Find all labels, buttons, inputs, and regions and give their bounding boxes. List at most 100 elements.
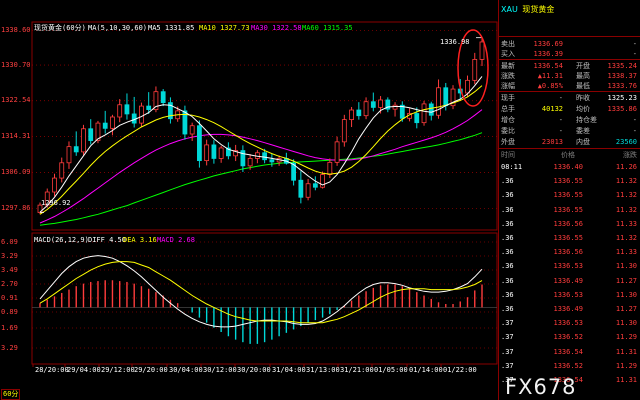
candle-body bbox=[479, 41, 485, 60]
macd-dea-line bbox=[39, 261, 483, 324]
candle-body bbox=[204, 144, 210, 162]
quote-label-right: 开盘 bbox=[576, 62, 590, 70]
candle-body bbox=[327, 161, 333, 175]
quote-value-right: 1335.24 bbox=[607, 62, 637, 70]
candle-body bbox=[247, 158, 253, 167]
quote-separator bbox=[499, 59, 640, 60]
quote-value-right: - bbox=[632, 116, 637, 124]
tick-row: .36 1336.49 11.27 bbox=[499, 276, 640, 288]
tick-change: 11.30 bbox=[615, 262, 637, 271]
tick-time: .36 bbox=[501, 248, 514, 257]
chart-panel: 现货黄金(60分) MA(5,10,30,60) MA5 1331.85 MA1… bbox=[0, 0, 498, 400]
macd-axis-label: 2.70 bbox=[1, 279, 18, 288]
tick-time: .36 bbox=[501, 290, 514, 299]
tick-price: 1336.55 bbox=[553, 191, 583, 200]
candle-body bbox=[421, 103, 427, 124]
tick-row: .36 1336.55 11.32 bbox=[499, 176, 640, 188]
quote-separator bbox=[499, 91, 640, 92]
quote-value: 1336.69 bbox=[533, 40, 563, 48]
quote-value-right: - bbox=[632, 40, 637, 48]
time-axis-label: 28/20:00 bbox=[35, 366, 69, 374]
tick-time: .36 bbox=[501, 191, 514, 200]
quote-value-right: - bbox=[632, 50, 637, 58]
tick-row: .36 1336.55 11.32 bbox=[499, 233, 640, 245]
quote-row: 增仓 - 持仓差 - bbox=[499, 115, 640, 125]
tick-time: .36 bbox=[501, 262, 514, 271]
time-axis-label: 01/14:00 bbox=[409, 366, 443, 374]
candle-body bbox=[392, 104, 398, 110]
quote-value-right: - bbox=[632, 127, 637, 135]
ma5-value: MA5 1331.85 bbox=[148, 24, 195, 32]
quote-label: 外盘 bbox=[501, 138, 515, 146]
tick-price: 1336.52 bbox=[553, 333, 583, 342]
quote-label: 最新 bbox=[501, 62, 515, 70]
tick-row: .36 1336.56 11.33 bbox=[499, 219, 640, 231]
candle-body bbox=[124, 104, 130, 115]
tick-change: 11.32 bbox=[615, 205, 637, 214]
quote-label: 委比 bbox=[501, 127, 515, 135]
price-axis-label: 1306.09 bbox=[1, 167, 31, 176]
tick-header: 时间 价格 涨跌 bbox=[499, 150, 640, 162]
candle-body bbox=[378, 99, 383, 108]
tick-time: .37 bbox=[501, 333, 514, 342]
period-badge[interactable]: 60分 bbox=[1, 389, 21, 400]
candle-body bbox=[81, 128, 86, 153]
candle-body bbox=[211, 144, 217, 159]
quote-row: 涨跌 ▲11.31 最高 1338.37 bbox=[499, 71, 640, 81]
quote-label-right: 内盘 bbox=[576, 138, 590, 146]
candle-body bbox=[334, 141, 340, 163]
macd-params: MACD(26,12,9) bbox=[34, 236, 89, 244]
quote-row: 总手 40132 均价 1335.86 bbox=[499, 104, 640, 114]
tick-time: 08:11 bbox=[501, 163, 523, 171]
quote-value: ▲0.85% bbox=[537, 82, 563, 90]
tick-time: .36 bbox=[501, 305, 514, 313]
tick-row: .36 1336.53 11.30 bbox=[499, 290, 640, 302]
quote-value: ▲11.31 bbox=[537, 72, 563, 80]
macd-axis-label: 0.89 bbox=[1, 307, 18, 316]
quote-row: 委比 - 委差 - bbox=[499, 126, 640, 136]
time-axis-label: 01/22:00 bbox=[443, 366, 477, 374]
tick-time: .36 bbox=[501, 205, 514, 214]
candle-body bbox=[52, 177, 57, 193]
tick-header-change: 涨跌 bbox=[623, 151, 637, 159]
candle-body bbox=[160, 91, 166, 103]
tick-change: 11.32 bbox=[615, 177, 637, 186]
tick-change: 11.27 bbox=[615, 305, 637, 313]
quote-label-right: 持仓差 bbox=[576, 116, 597, 124]
tick-price: 1336.52 bbox=[553, 361, 583, 370]
high-price-label: 1336.98 bbox=[440, 38, 470, 46]
candle-body bbox=[262, 152, 268, 161]
candle-body bbox=[312, 183, 318, 188]
tick-price: 1336.49 bbox=[553, 305, 583, 313]
time-axis-label: 29/04:00 bbox=[67, 366, 101, 374]
tick-change: 11.33 bbox=[615, 248, 637, 257]
tick-row: .36 1336.55 11.32 bbox=[499, 205, 640, 217]
tick-change: 11.31 bbox=[615, 376, 637, 384]
quote-title: XAU 现货黄金 bbox=[501, 2, 554, 18]
quote-label: 增仓 bbox=[501, 116, 515, 124]
macd-dea-value: DEA 3.16 bbox=[123, 236, 157, 244]
ma60-line bbox=[39, 132, 483, 226]
tick-time: .37 bbox=[501, 347, 514, 356]
price-axis-label: 1322.54 bbox=[1, 96, 31, 105]
ma5-line bbox=[39, 76, 483, 213]
quote-label-right: 昨收 bbox=[576, 94, 590, 102]
ma30-value: MA30 1322.58 bbox=[251, 24, 302, 32]
tick-row: .36 1336.56 11.33 bbox=[499, 247, 640, 259]
chart-canvas[interactable] bbox=[0, 0, 498, 400]
watermark-logo: FX678 bbox=[505, 375, 577, 399]
tick-price: 1336.56 bbox=[553, 219, 583, 228]
low-price-label: 1296.92 bbox=[41, 199, 71, 207]
quote-row: 外盘 23013 内盘 23560 bbox=[499, 137, 640, 147]
tick-price: 1336.53 bbox=[553, 319, 583, 328]
candle-body bbox=[305, 183, 311, 198]
candle-body bbox=[110, 116, 115, 129]
quote-label-right: 最低 bbox=[576, 82, 590, 90]
candle-body bbox=[472, 59, 478, 81]
tick-price: 1336.54 bbox=[553, 347, 583, 356]
macd-axis-label: 0.91 bbox=[1, 293, 18, 302]
tick-row: .37 1336.53 11.30 bbox=[499, 318, 640, 330]
candle-body bbox=[298, 179, 304, 198]
quote-value-right: 23560 bbox=[615, 138, 637, 146]
tick-row: .36 1336.55 11.32 bbox=[499, 190, 640, 202]
